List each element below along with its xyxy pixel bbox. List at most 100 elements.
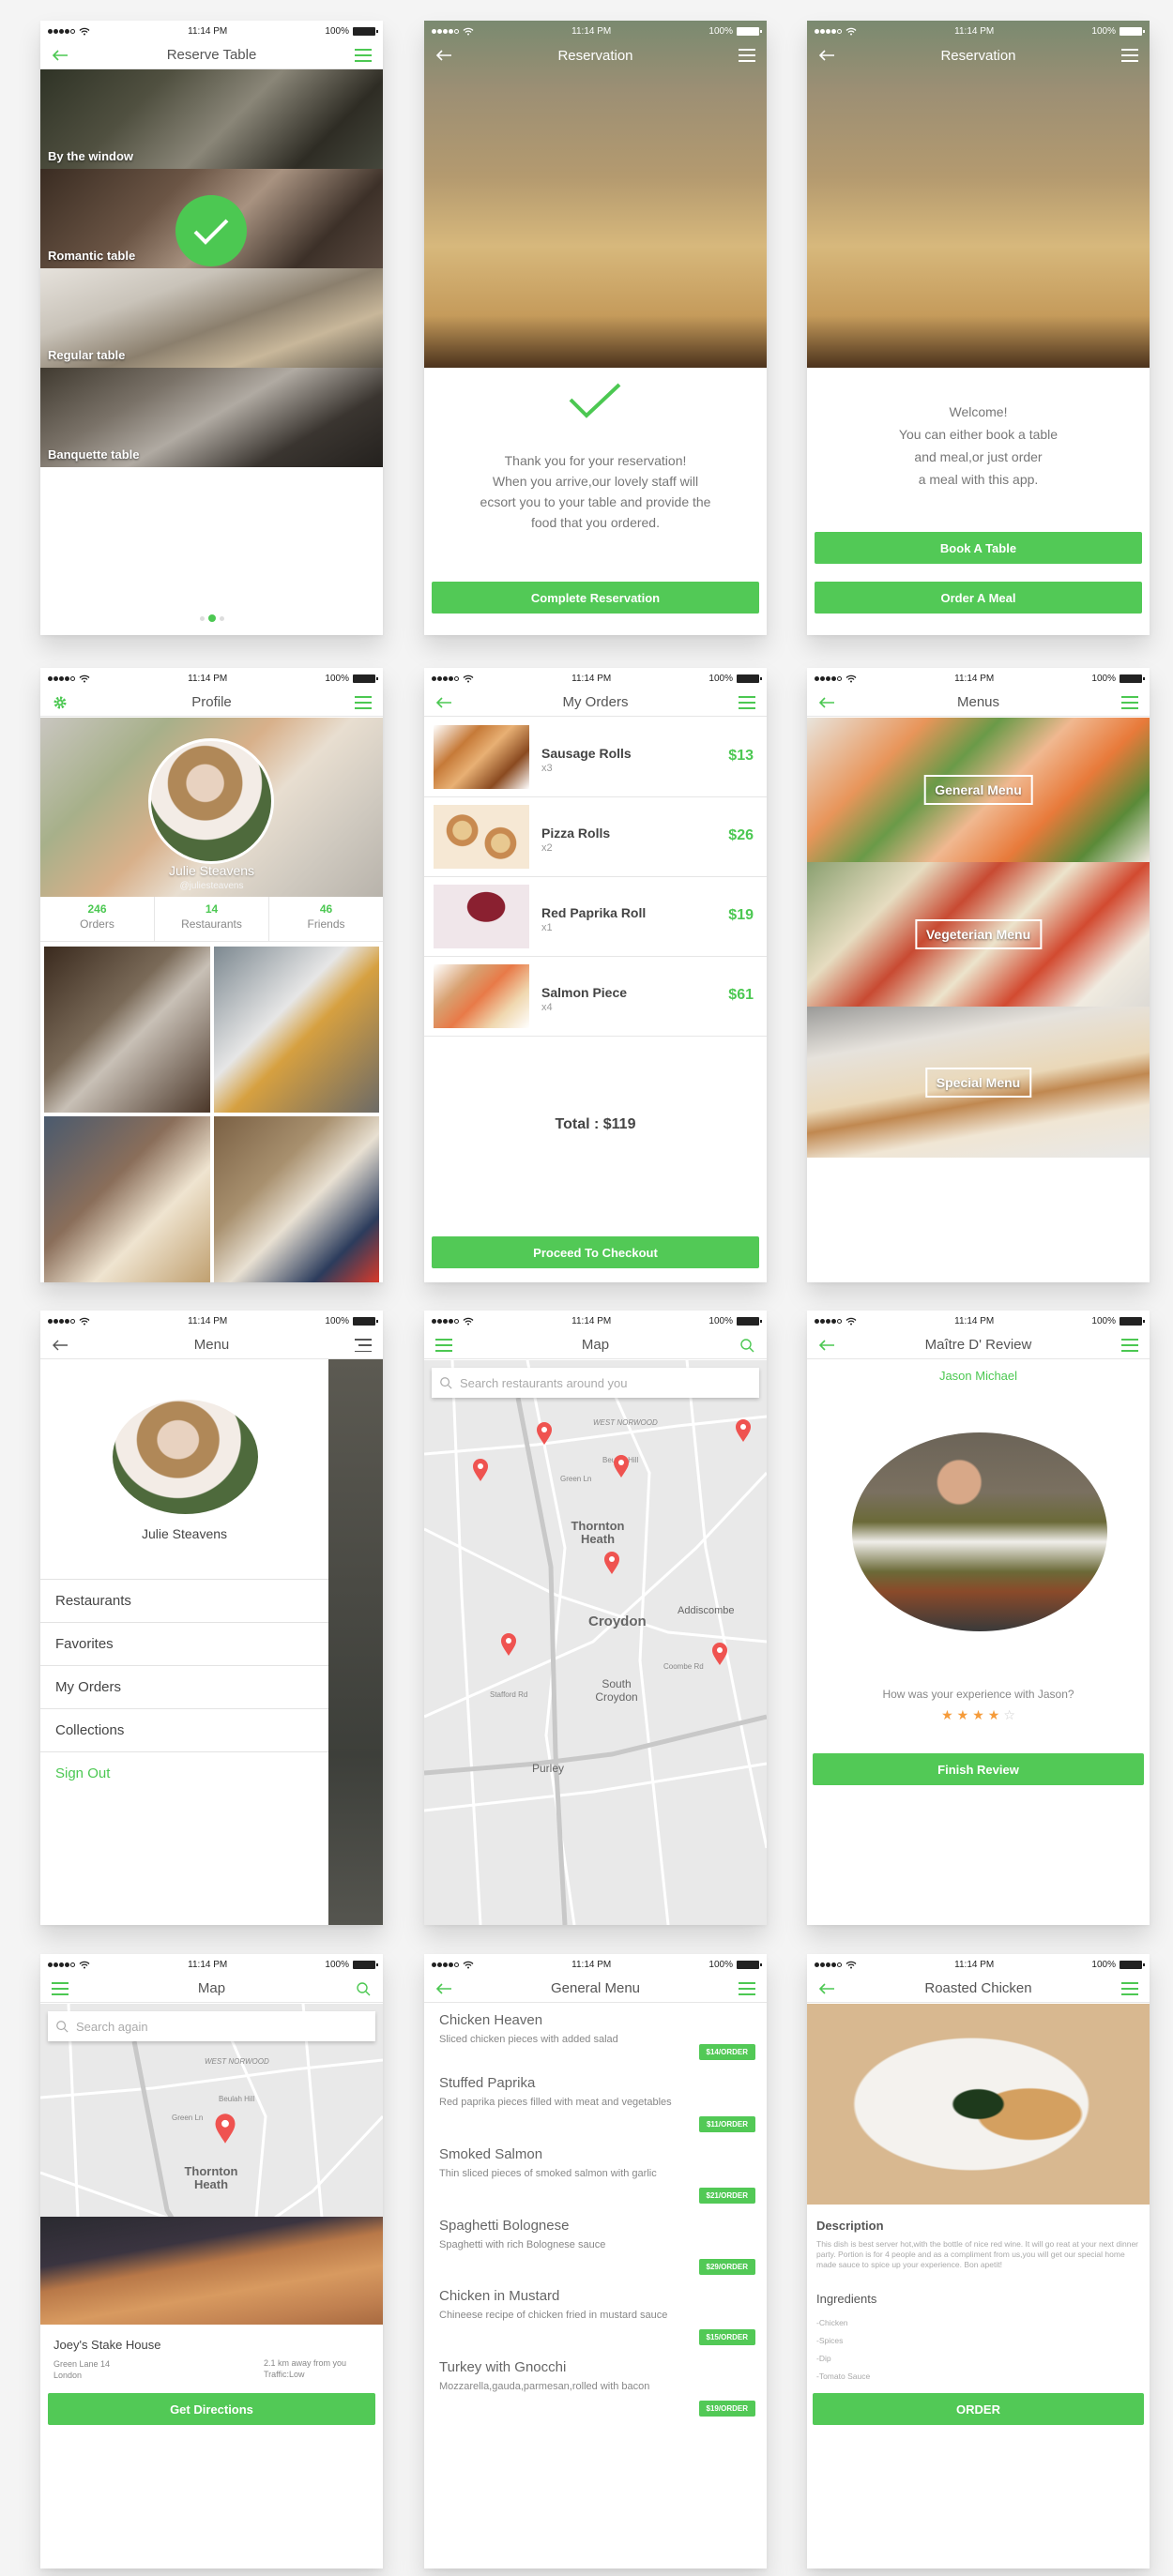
map-view[interactable]: WEST NORWOOD Thornton Heath Croydon Addi… — [424, 1360, 767, 1925]
map-view[interactable]: WEST NORWOOD Thornton Heath Beulah Hill … — [40, 2004, 383, 2218]
stat-orders[interactable]: 246 Orders — [40, 897, 155, 941]
back-button[interactable] — [816, 1979, 837, 1998]
star-empty-icon[interactable]: ☆ — [1003, 1707, 1015, 1723]
dimmed-background[interactable] — [328, 1359, 383, 1925]
back-button[interactable] — [816, 46, 837, 65]
status-bar: 11:14 PM 100% — [40, 21, 383, 41]
menu-category-general[interactable]: General Menu — [807, 718, 1150, 862]
table-option-romantic[interactable]: Romantic table — [40, 169, 383, 268]
map-pin-icon[interactable] — [499, 1632, 518, 1657]
wifi-icon — [79, 1317, 90, 1325]
menu-category-special[interactable]: Special Menu — [807, 1007, 1150, 1158]
menu-button[interactable] — [353, 693, 373, 712]
back-button[interactable] — [816, 693, 837, 712]
map-pin-icon[interactable] — [612, 1454, 631, 1478]
menu-item-favorites[interactable]: Favorites — [40, 1622, 328, 1665]
menu-item[interactable]: Stuffed Paprika Red paprika pieces filled… — [439, 2075, 755, 2132]
search-button[interactable] — [737, 1336, 757, 1355]
order-item[interactable]: Red Paprika Roll x1 $19 — [424, 877, 767, 957]
order-item[interactable]: Pizza Rolls x2 $26 — [424, 797, 767, 877]
table-option-regular[interactable]: Regular table — [40, 268, 383, 368]
settings-button[interactable] — [50, 693, 70, 712]
grid-photo[interactable] — [213, 1116, 379, 1282]
price-tag[interactable]: $21/ORDER — [698, 2188, 755, 2204]
map-pin-icon[interactable] — [734, 1418, 753, 1443]
price-tag[interactable]: $19/ORDER — [698, 2401, 755, 2417]
stat-friends[interactable]: 46 Friends — [269, 897, 383, 941]
menu-item[interactable]: Turkey with Gnocchi Mozzarella,gauda,parm… — [439, 2359, 755, 2417]
complete-reservation-button[interactable]: Complete Reservation — [432, 582, 759, 614]
search-button[interactable] — [353, 1979, 373, 1998]
avatar[interactable] — [113, 1400, 258, 1514]
price-tag[interactable]: $29/ORDER — [698, 2259, 755, 2275]
nav-bar: Reserve Table — [40, 41, 383, 69]
menu-category-vegetarian[interactable]: Vegeterian Menu — [807, 862, 1150, 1007]
menu-button[interactable] — [737, 46, 757, 65]
map-pin-icon[interactable] — [471, 1458, 490, 1482]
page-indicator[interactable] — [40, 614, 383, 622]
stat-value: 246 — [87, 902, 107, 916]
finish-review-button[interactable]: Finish Review — [813, 1753, 1144, 1785]
wifi-icon — [463, 1961, 474, 1968]
menu-item[interactable]: Chicken Heaven Sliced chicken pieces with… — [439, 2012, 755, 2060]
grid-photo[interactable] — [44, 947, 210, 1113]
order-button[interactable]: ORDER — [813, 2393, 1144, 2425]
menu-item[interactable]: Spaghetti Bolognese Spaghetti with rich B… — [439, 2218, 755, 2275]
star-filled-icon[interactable]: ★ — [957, 1707, 969, 1723]
message-line: food that you ordered. — [531, 515, 660, 530]
menu-item-my-orders[interactable]: My Orders — [40, 1665, 328, 1708]
menu-button[interactable] — [1120, 693, 1140, 712]
wifi-icon — [463, 674, 474, 682]
menu-item-restaurants[interactable]: Restaurants — [40, 1579, 328, 1622]
back-button[interactable] — [50, 46, 70, 65]
back-button[interactable] — [50, 1336, 70, 1355]
price-tag[interactable]: $15/ORDER — [698, 2329, 755, 2345]
menu-button[interactable] — [1120, 1336, 1140, 1355]
menu-button[interactable] — [434, 1336, 454, 1355]
message-line: When you arrive,our lovely staff will — [492, 474, 699, 489]
search-input[interactable]: Search again — [48, 2011, 375, 2041]
screen-my-orders: 11:14 PM 100% My Orders Sausage Rolls x3… — [424, 668, 767, 1282]
search-input[interactable]: Search restaurants around you — [432, 1368, 759, 1398]
menu-item[interactable]: Smoked Salmon Thin sliced pieces of smoke… — [439, 2146, 755, 2204]
menu-item-collections[interactable]: Collections — [40, 1708, 328, 1751]
price-tag[interactable]: $14/ORDER — [698, 2044, 755, 2060]
table-option-window[interactable]: By the window — [40, 69, 383, 169]
star-rating[interactable]: ★ ★ ★ ★ ☆ — [807, 1707, 1150, 1723]
book-table-button[interactable]: Book A Table — [815, 532, 1142, 564]
menu-button[interactable] — [353, 1336, 373, 1355]
map-pin-icon[interactable] — [602, 1551, 621, 1575]
grid-photo[interactable] — [44, 1116, 210, 1282]
price-tag[interactable]: $11/ORDER — [698, 2116, 755, 2132]
menu-button[interactable] — [353, 46, 373, 65]
menu-button[interactable] — [737, 1979, 757, 1998]
order-item[interactable]: Sausage Rolls x3 $13 — [424, 718, 767, 797]
grid-photo[interactable] — [213, 947, 379, 1113]
menu-item[interactable]: Chicken in Mustard Chineese recipe of chi… — [439, 2288, 755, 2345]
back-button[interactable] — [816, 1336, 837, 1355]
menu-item-sign-out[interactable]: Sign Out — [40, 1751, 328, 1795]
table-option-banquette[interactable]: Banquette table — [40, 368, 383, 467]
screen-general-menu: 11:14 PM 100% General Menu Chicken Heave… — [424, 1954, 767, 2568]
menu-button[interactable] — [1120, 46, 1140, 65]
back-button[interactable] — [434, 1979, 454, 1998]
order-item[interactable]: Salmon Piece x4 $61 — [424, 957, 767, 1037]
map-pin-icon[interactable] — [535, 1421, 554, 1446]
star-filled-icon[interactable]: ★ — [988, 1707, 1000, 1723]
stat-restaurants[interactable]: 14 Restaurants — [155, 897, 269, 941]
map-pin-icon[interactable] — [710, 1642, 729, 1666]
avatar[interactable] — [148, 738, 274, 864]
back-button[interactable] — [434, 46, 454, 65]
star-filled-icon[interactable]: ★ — [972, 1707, 984, 1723]
status-time: 11:14 PM — [954, 1315, 995, 1326]
menu-button[interactable] — [50, 1979, 70, 1998]
order-meal-button[interactable]: Order A Meal — [815, 582, 1142, 614]
star-filled-icon[interactable]: ★ — [941, 1707, 953, 1723]
traffic-text: Traffic:Low — [264, 2370, 305, 2379]
menu-button[interactable] — [1120, 1979, 1140, 1998]
get-directions-button[interactable]: Get Directions — [48, 2393, 375, 2425]
back-button[interactable] — [434, 693, 454, 712]
proceed-to-checkout-button[interactable]: Proceed To Checkout — [432, 1236, 759, 1268]
menu-button[interactable] — [737, 693, 757, 712]
map-pin-icon[interactable] — [212, 2113, 238, 2144]
